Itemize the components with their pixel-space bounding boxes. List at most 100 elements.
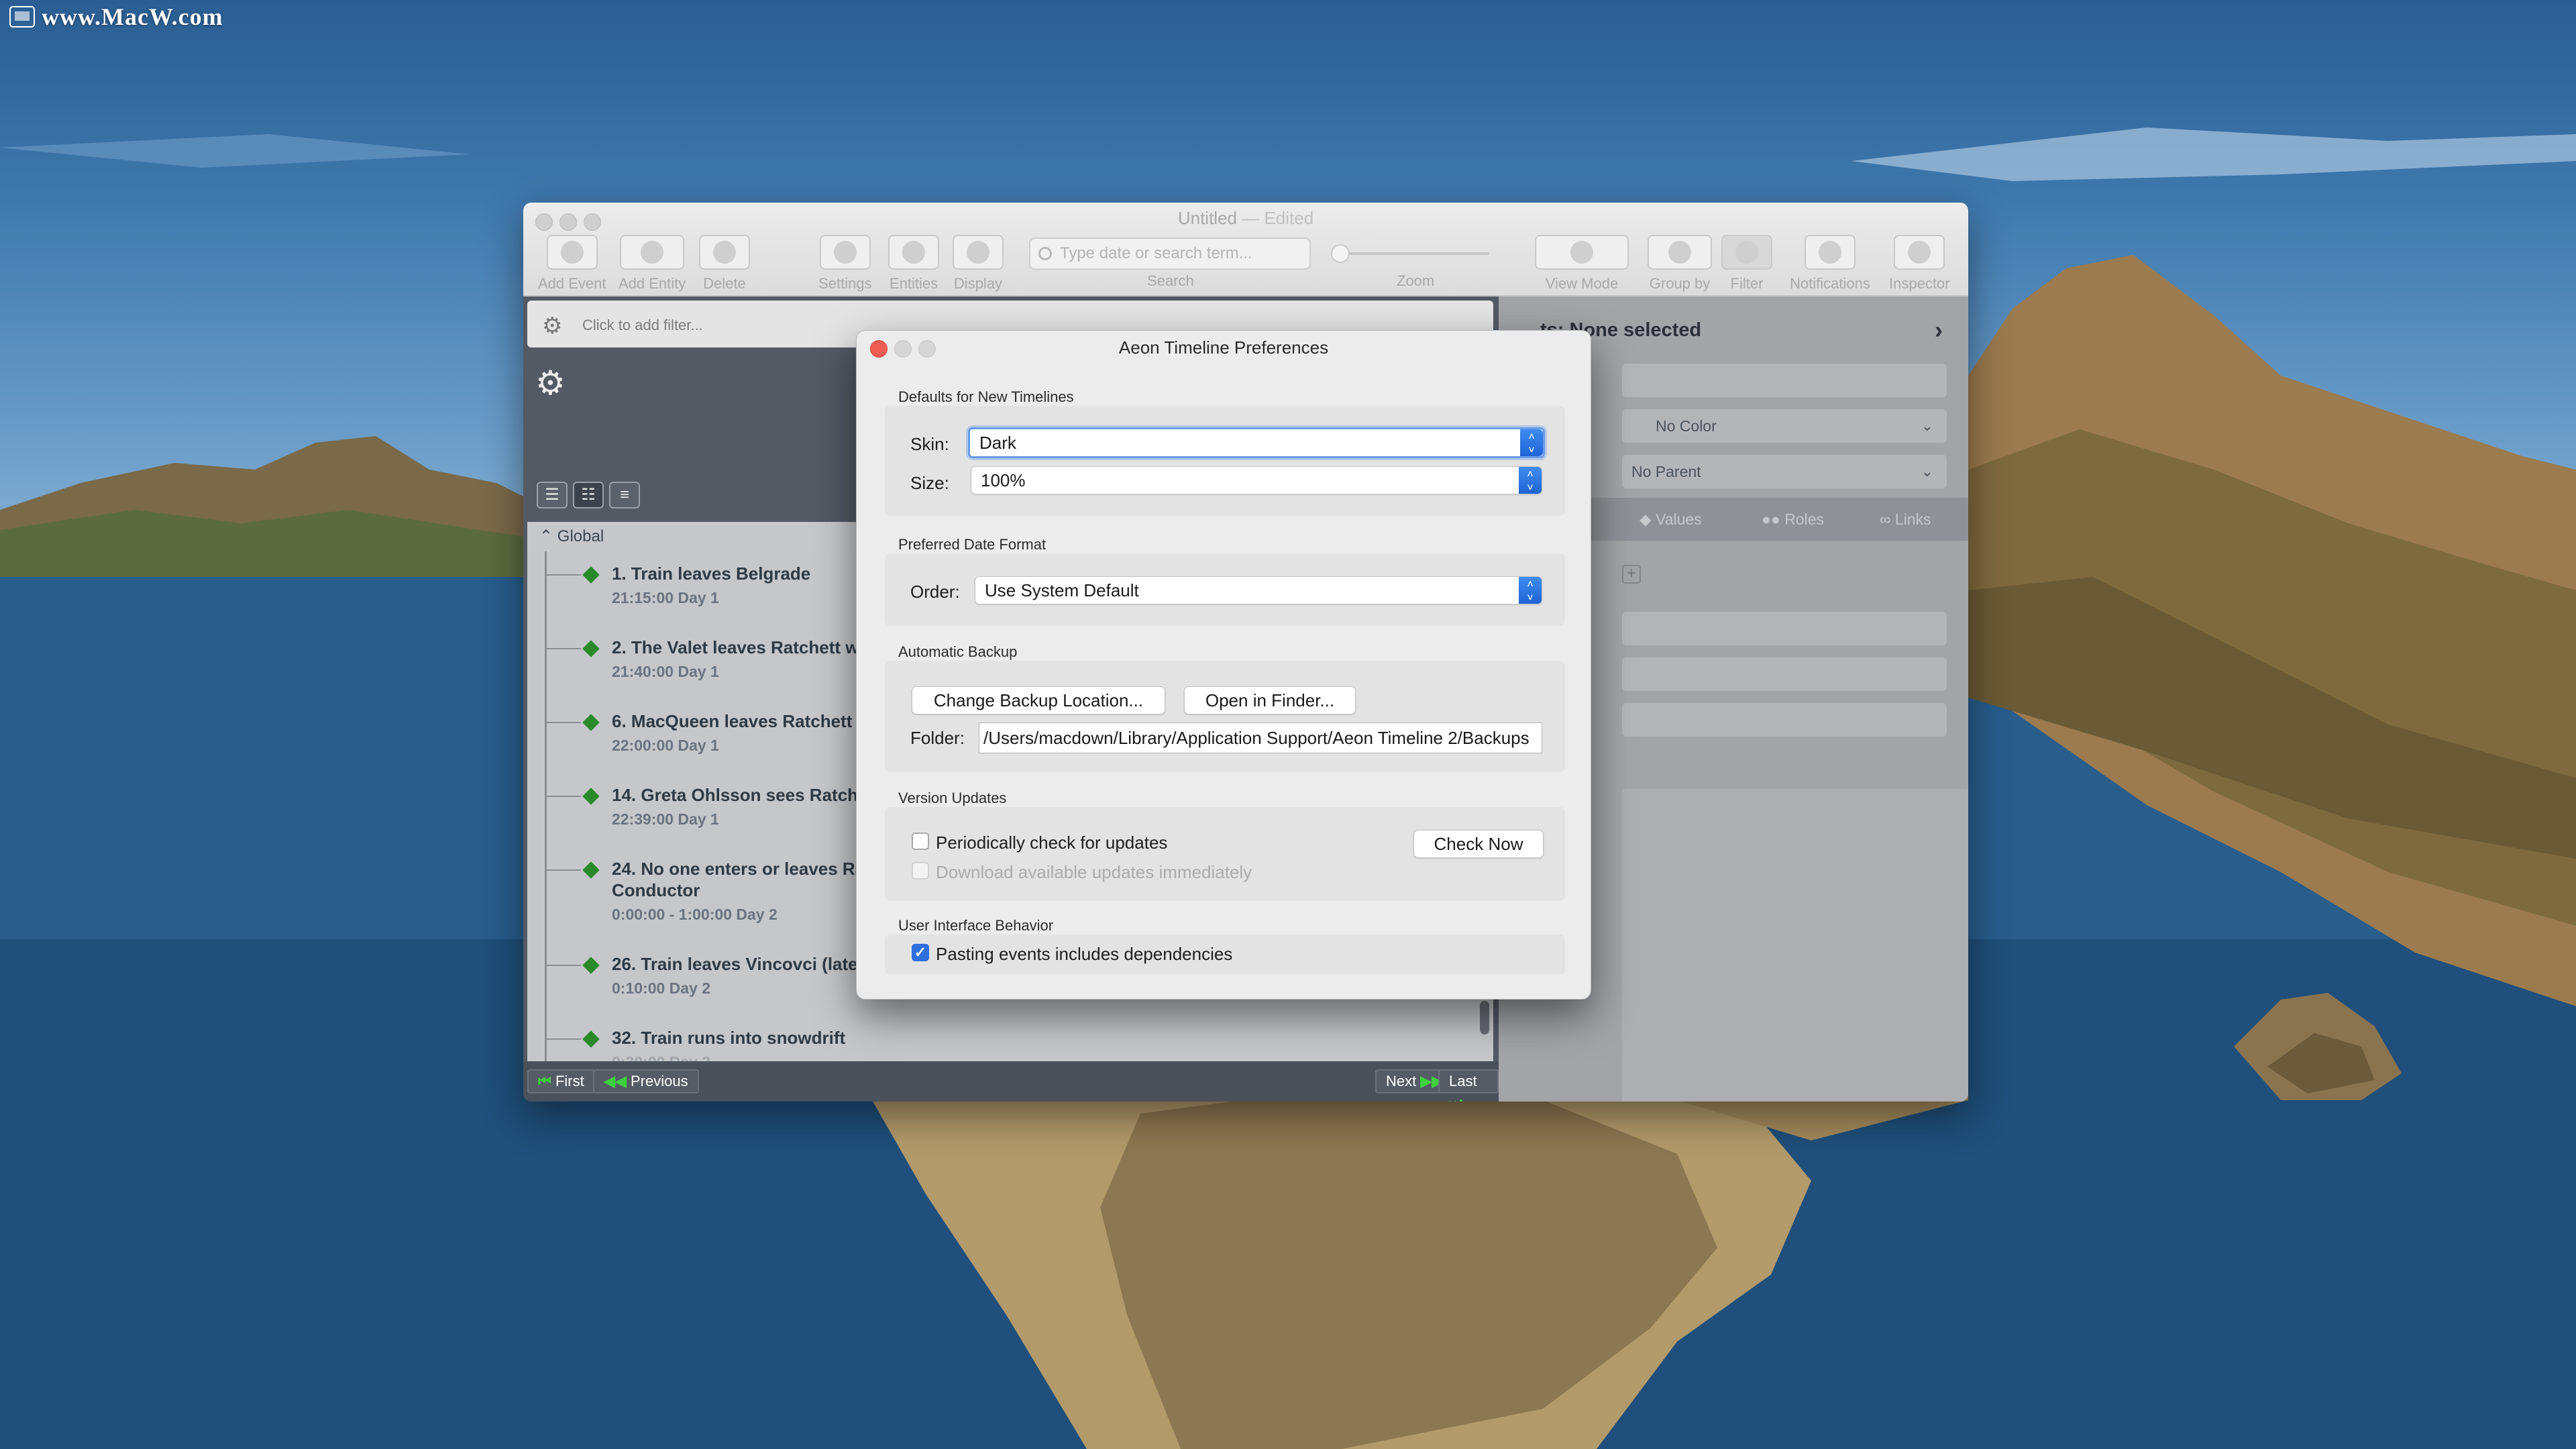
- view-mode-label: View Mode: [1545, 275, 1619, 292]
- event-date: 22:39:00 Day 1: [612, 810, 719, 828]
- group-by-label: Group by: [1649, 275, 1711, 292]
- add-entity-button[interactable]: Add Entity: [619, 235, 686, 292]
- change-backup-location-button[interactable]: Change Backup Location...: [912, 686, 1165, 714]
- event-connector: [545, 648, 581, 649]
- skin-select[interactable]: Dark ˄ ˅: [968, 427, 1545, 458]
- event-connector: [545, 574, 581, 576]
- backup-heading: Automatic Backup: [898, 643, 1018, 660]
- link-icon: ∞: [1880, 511, 1895, 528]
- pasting-dependencies-checkbox[interactable]: ✓: [912, 944, 929, 961]
- delete-button[interactable]: Delete: [699, 235, 750, 292]
- size-label: Size:: [910, 473, 949, 493]
- parent-select[interactable]: No Parent ⌄: [1622, 455, 1947, 488]
- event-marker-icon: [582, 861, 600, 879]
- event-date: 21:15:00 Day 1: [612, 589, 719, 606]
- zoom-slider-track[interactable]: [1335, 252, 1489, 255]
- skin-label: Skin:: [910, 434, 949, 454]
- inspector-value-field[interactable]: [1622, 657, 1947, 691]
- periodic-check-label[interactable]: Periodically check for updates: [936, 833, 1167, 853]
- event-marker-icon: [582, 957, 600, 974]
- chevron-down-icon: ⌄: [1921, 463, 1933, 480]
- color-select-value: No Color: [1656, 417, 1717, 435]
- tab-roles[interactable]: ●● Roles: [1762, 498, 1824, 541]
- inspector-button[interactable]: Inspector: [1889, 235, 1950, 292]
- inspector-value-field[interactable]: [1622, 703, 1947, 737]
- event-title: 2. The Valet leaves Ratchett wit: [612, 637, 870, 657]
- order-label: Order:: [910, 582, 960, 602]
- inspector-value-field[interactable]: [1622, 612, 1947, 645]
- event-date: 0:00:00 - 1:00:00 Day 2: [612, 906, 777, 923]
- outline-view-icon[interactable]: ☰: [537, 482, 568, 508]
- last-button[interactable]: Last ⏭: [1438, 1069, 1499, 1102]
- brush-icon: [953, 235, 1004, 270]
- notifications-label: Notifications: [1790, 275, 1870, 292]
- event-date: 0:10:00 Day 2: [612, 979, 711, 997]
- date-format-heading: Preferred Date Format: [898, 536, 1046, 553]
- event-connector: [545, 869, 581, 871]
- order-select[interactable]: Use System Default ˄ ˅: [975, 576, 1542, 604]
- tab-links[interactable]: ∞ Links: [1880, 498, 1931, 541]
- watermark: www.MacW.com: [9, 3, 223, 31]
- event-connector: [545, 796, 581, 797]
- next-label: Next: [1386, 1073, 1417, 1089]
- filter-gear-icon[interactable]: ⚙: [542, 313, 562, 339]
- tab-values[interactable]: ◆ Values: [1640, 498, 1702, 541]
- window-title-status: — Edited: [1242, 208, 1314, 228]
- checkmark-icon: ✓: [914, 944, 927, 961]
- plus-circle-icon: [546, 235, 598, 270]
- event-title: 32. Train runs into snowdrift: [612, 1028, 846, 1048]
- folder-path-field[interactable]: /Users/macdown/Library/Application Suppo…: [979, 722, 1542, 753]
- ui-behavior-heading: User Interface Behavior: [898, 917, 1054, 934]
- event-marker-icon: [582, 1030, 600, 1048]
- list-icon: [1648, 235, 1712, 270]
- chevron-right-icon[interactable]: ›: [1935, 310, 1943, 350]
- check-now-button[interactable]: Check Now: [1413, 830, 1544, 858]
- timeline-spine: [545, 551, 547, 1061]
- tab-values-label: Values: [1656, 511, 1702, 528]
- previous-button[interactable]: ◀◀ Previous: [593, 1069, 699, 1093]
- entities-button[interactable]: Entities: [888, 235, 939, 292]
- event-marker-icon: [582, 714, 600, 731]
- list-view-buttons: ☰ ☷ ≡: [537, 482, 640, 508]
- stepper-chevron-icon: ˄ ˅: [1519, 467, 1542, 494]
- display-label: Display: [953, 275, 1003, 292]
- display-button[interactable]: Display: [953, 235, 1004, 292]
- stepper-chevron-icon: ˄ ˅: [1520, 429, 1543, 456]
- tab-roles-label: Roles: [1784, 511, 1824, 528]
- event-title: 14. Greta Ohlsson sees Ratchet: [612, 785, 874, 805]
- zoom-slider-handle[interactable]: [1331, 244, 1350, 263]
- first-button[interactable]: ⏮ First: [527, 1069, 595, 1093]
- order-select-value: Use System Default: [985, 580, 1139, 600]
- view-mode-button[interactable]: View Mode: [1535, 235, 1629, 292]
- search-input[interactable]: Type date or search term...: [1029, 237, 1311, 270]
- filter-button[interactable]: Filter: [1721, 235, 1772, 292]
- people-icon: [888, 235, 939, 270]
- first-label: First: [555, 1073, 584, 1089]
- filter-label: Filter: [1730, 275, 1764, 292]
- detail-view-icon[interactable]: ☷: [573, 482, 604, 508]
- settings-gear-icon[interactable]: ⚙: [535, 364, 566, 402]
- size-select[interactable]: 100% ˄ ˅: [971, 466, 1542, 494]
- periodic-check-checkbox[interactable]: [912, 833, 929, 850]
- group-by-button[interactable]: Group by: [1648, 235, 1712, 292]
- previous-label: Previous: [630, 1073, 688, 1089]
- add-event-label: Add Event: [538, 275, 606, 292]
- color-select[interactable]: No Color ⌄: [1622, 409, 1947, 443]
- list-scrollbar[interactable]: [1480, 1001, 1489, 1034]
- compact-view-icon[interactable]: ≡: [609, 482, 640, 508]
- event-title: 6. MacQueen leaves Ratchett: [612, 711, 853, 731]
- pasting-dependencies-label[interactable]: Pasting events includes dependencies: [936, 944, 1232, 965]
- event-marker-icon: [582, 566, 600, 584]
- open-in-finder-button[interactable]: Open in Finder...: [1184, 686, 1356, 714]
- size-select-value: 100%: [981, 470, 1026, 490]
- settings-label: Settings: [818, 275, 872, 292]
- previous-arrow-icon: ◀◀: [604, 1073, 627, 1089]
- settings-button[interactable]: Settings: [818, 235, 872, 292]
- funnel-icon: [1721, 235, 1772, 270]
- notifications-button[interactable]: Notifications: [1790, 235, 1870, 292]
- inspector-title-field[interactable]: [1622, 364, 1947, 397]
- add-event-button[interactable]: Add Event: [538, 235, 606, 292]
- event-marker-icon: [582, 640, 600, 657]
- add-value-button[interactable]: +: [1622, 565, 1641, 584]
- delete-x-icon: [699, 235, 750, 270]
